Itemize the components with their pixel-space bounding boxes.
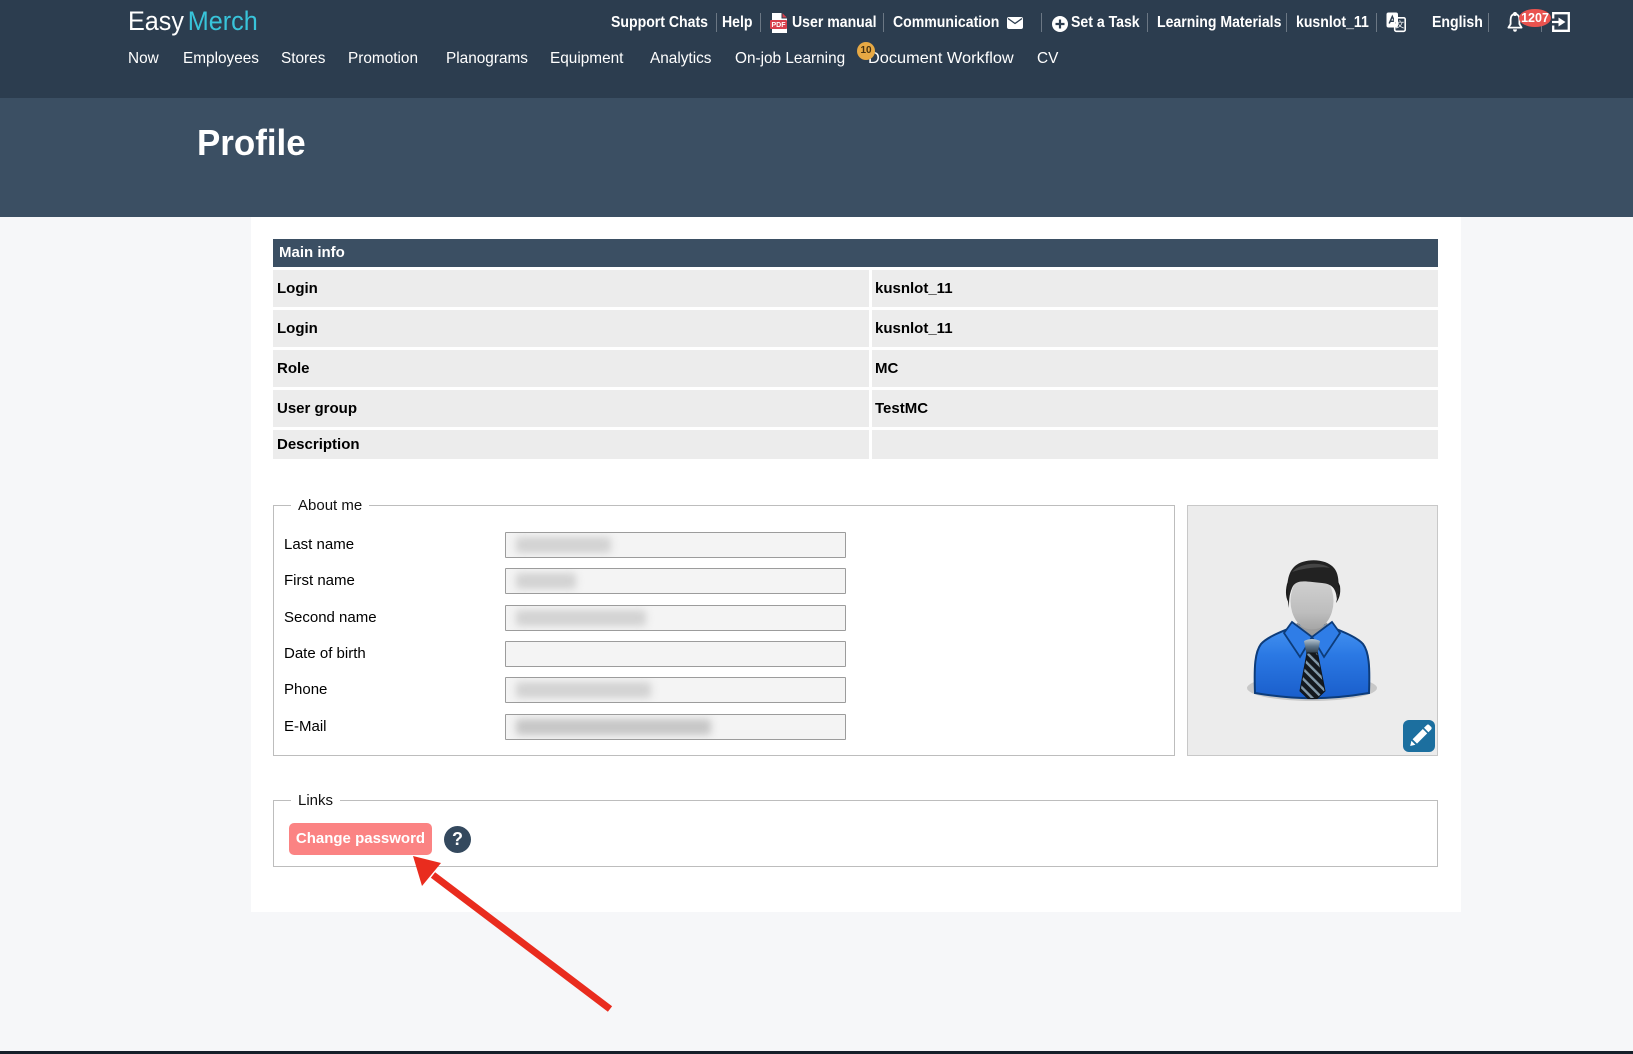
svg-text:PDF: PDF xyxy=(772,22,787,29)
svg-text:文: 文 xyxy=(1396,20,1405,30)
